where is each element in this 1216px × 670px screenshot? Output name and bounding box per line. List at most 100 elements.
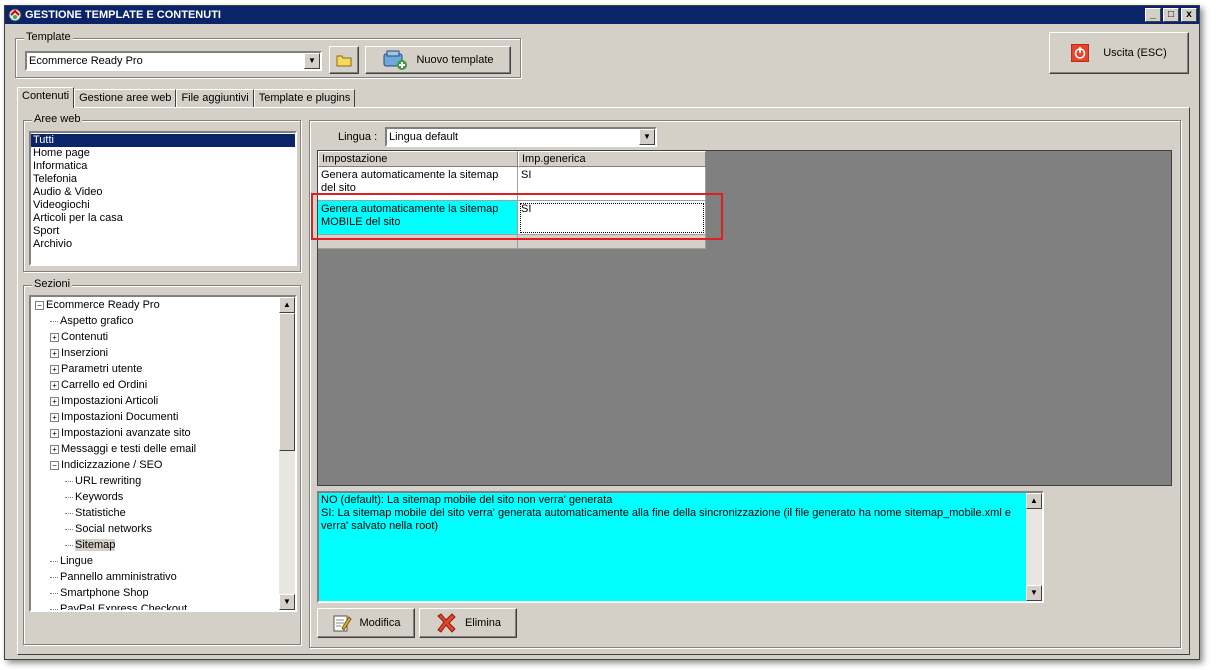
description-scrollbar[interactable]: ▲ ▼ (1026, 493, 1042, 601)
list-item[interactable]: Informatica (31, 160, 295, 173)
tree-item-label: Impostazioni avanzate sito (61, 427, 191, 439)
tree-item-label: Impostazioni Documenti (61, 411, 179, 423)
highlight-box (311, 193, 723, 240)
list-item[interactable]: Videogiochi (31, 199, 295, 212)
tree-item[interactable]: Aspetto grafico (35, 313, 279, 329)
tree-item-label: Contenuti (61, 331, 109, 343)
expand-icon[interactable]: + (50, 412, 59, 422)
maximize-button[interactable]: □ (1163, 8, 1179, 22)
list-item[interactable]: Tutti (31, 134, 295, 147)
list-item[interactable]: Audio & Video (31, 186, 295, 199)
tree-item-label: Smartphone Shop (60, 587, 149, 599)
chevron-down-icon[interactable]: ▼ (304, 53, 320, 69)
exit-button[interactable]: Uscita (ESC) (1049, 32, 1189, 74)
tree-item[interactable]: Sitemap (35, 537, 279, 553)
chevron-down-icon[interactable]: ▼ (639, 129, 655, 145)
tree-item-label: Inserzioni (61, 347, 109, 359)
delete-x-icon (437, 613, 456, 633)
tree-item-label: Lingue (60, 555, 94, 567)
expand-icon[interactable]: + (50, 444, 59, 454)
modifica-label: Modifica (359, 617, 401, 629)
tree-item-label: Keywords (75, 491, 124, 503)
description-box: NO (default): La sitemap mobile del sito… (317, 491, 1044, 603)
lingua-select[interactable]: Lingua default ▼ (385, 127, 657, 147)
tree-item-label: Carrello ed Ordini (61, 379, 148, 391)
grid-header-impostazione[interactable]: Impostazione (318, 151, 518, 167)
list-item[interactable]: Sport (31, 225, 295, 238)
expand-icon[interactable]: + (50, 348, 59, 358)
tab-template-plugins[interactable]: Template e plugins (253, 89, 356, 108)
tree-item[interactable]: URL rewriting (35, 473, 279, 489)
grid-header-imp-generica[interactable]: Imp.generica (518, 151, 706, 167)
window-title: GESTIONE TEMPLATE E CONTENUTI (25, 9, 221, 21)
tree-item[interactable]: Lingue (35, 553, 279, 569)
tree-item[interactable]: − Indicizzazione / SEO (35, 457, 279, 473)
template-select[interactable]: Ecommerce Ready Pro ▼ (25, 51, 322, 71)
tree-item[interactable]: Social networks (35, 521, 279, 537)
sezioni-tree[interactable]: − Ecommerce Ready Pro Aspetto grafico + Cont… (29, 295, 297, 612)
tree-item[interactable]: Smartphone Shop (35, 585, 279, 601)
tree-item[interactable]: Keywords (35, 489, 279, 505)
tree-item-label: Impostazioni Articoli (61, 395, 159, 407)
scroll-up-icon[interactable]: ▲ (279, 297, 295, 313)
scroll-thumb[interactable] (279, 313, 295, 451)
list-item[interactable]: Home page (31, 147, 295, 160)
tree-item[interactable]: Statistiche (35, 505, 279, 521)
tree-item[interactable]: + Parametri utente (35, 361, 279, 377)
app-icon (8, 8, 22, 22)
aree-web-list[interactable]: Tutti Home page Informatica Telefonia Audio … (29, 131, 297, 266)
list-item[interactable]: Articoli per la casa (31, 212, 295, 225)
expand-icon[interactable]: + (50, 364, 59, 374)
list-item[interactable]: Archivio (31, 238, 295, 251)
scroll-up-icon[interactable]: ▲ (1026, 493, 1042, 509)
tree-connector (65, 480, 73, 482)
modifica-button[interactable]: Modifica (317, 608, 415, 638)
tree-item[interactable]: PayPal Express Checkout (35, 601, 279, 610)
tree-item[interactable]: + Contenuti (35, 329, 279, 345)
tree-item-label: Sitemap (75, 539, 116, 551)
tree-connector (50, 608, 58, 610)
tree-item-label: Ecommerce Ready Pro (46, 299, 160, 311)
expand-icon[interactable]: + (50, 396, 59, 406)
tree-item[interactable]: + Carrello ed Ordini (35, 377, 279, 393)
minimize-button[interactable]: _ (1145, 8, 1161, 22)
tree-item-label: Social networks (75, 523, 153, 535)
folder-icon (336, 55, 352, 67)
new-template-button[interactable]: Nuovo template (365, 46, 511, 74)
expand-icon[interactable]: + (50, 380, 59, 390)
elimina-label: Elimina (464, 617, 502, 629)
description-line-2: SI: La sitemap mobile del sito verra' ge… (321, 507, 1011, 532)
elimina-button[interactable]: Elimina (419, 608, 517, 638)
scroll-down-icon[interactable]: ▼ (279, 594, 295, 610)
title-bar: GESTIONE TEMPLATE E CONTENUTI _ □ x (5, 6, 1199, 24)
close-button[interactable]: x (1181, 8, 1197, 22)
sezioni-scrollbar[interactable]: ▲ ▼ (279, 297, 295, 610)
tree-connector (50, 576, 58, 578)
tree-item[interactable]: + Messaggi e testi delle email (35, 441, 279, 457)
tree-connector (50, 320, 58, 322)
tree-item[interactable]: + Impostazioni Articoli (35, 393, 279, 409)
collapse-icon[interactable]: − (35, 300, 44, 310)
lingua-label: Lingua : (338, 131, 378, 143)
template-select-value: Ecommerce Ready Pro (29, 55, 143, 67)
tree-connector (65, 496, 73, 498)
tree-item[interactable]: + Inserzioni (35, 345, 279, 361)
tree-item[interactable]: + Impostazioni avanzate sito (35, 425, 279, 441)
main-window: GESTIONE TEMPLATE E CONTENUTI _ □ x Temp… (4, 5, 1200, 660)
tab-file-aggiuntivi[interactable]: File aggiuntivi (176, 89, 254, 108)
tab-bar: Contenuti Gestione aree web File aggiunt… (17, 87, 356, 108)
tab-contenuti[interactable]: Contenuti (17, 87, 75, 108)
tree-item[interactable]: − Ecommerce Ready Pro (35, 297, 279, 313)
tree-item[interactable]: + Impostazioni Documenti (35, 409, 279, 425)
tree-item-label: Aspetto grafico (60, 315, 134, 327)
expand-icon[interactable]: + (50, 332, 59, 342)
tree-connector (65, 544, 73, 546)
list-item[interactable]: Telefonia (31, 173, 295, 186)
tab-gestione-aree-web[interactable]: Gestione aree web (74, 89, 177, 108)
collapse-icon[interactable]: − (50, 460, 59, 470)
new-template-icon (383, 50, 408, 70)
open-folder-button[interactable] (329, 46, 359, 74)
expand-icon[interactable]: + (50, 428, 59, 438)
tree-item[interactable]: Pannello amministrativo (35, 569, 279, 585)
scroll-down-icon[interactable]: ▼ (1026, 585, 1042, 601)
